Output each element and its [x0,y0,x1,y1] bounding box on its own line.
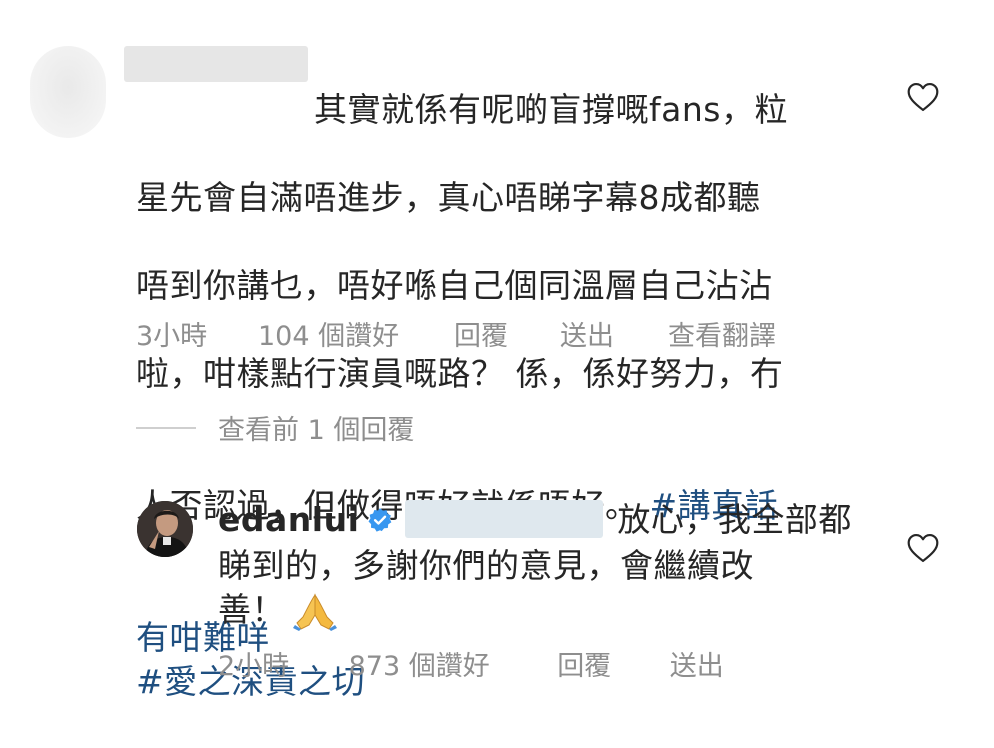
folded-hands-emoji [293,593,337,631]
reply-time: 2小時 [218,651,290,682]
mentioned-user-blurred[interactable] [405,499,604,538]
heart-outline-icon[interactable] [906,82,940,112]
reply-likes[interactable]: 873 個讚好 [349,644,549,683]
comment-line-3: 唔到你講乜，唔好喺自己個同溫層自己沾沾 [136,266,773,305]
avatar-photo [137,501,193,557]
comment-line-4: 啦，咁樣點行演員嘅路？ 係，係好努力，冇 [136,354,784,393]
comment-text: 其實就係有呢啲盲撐嘅fans，粒 星先會自滿唔進步，真心唔睇字幕8成都聽 唔到你… [136,44,836,748]
reply-line-1: edanlui 放心，我全部都 [218,498,858,544]
reply-line-3-text: 善！ [218,589,285,629]
comment-likes[interactable]: 104 個讚好 [258,314,454,353]
reply-line-1-text: 放心，我全部都 [617,500,852,539]
reply-line-3: 善！ [218,588,858,632]
reply-avatar[interactable] [137,501,193,557]
view-replies-toggle[interactable]: 查看前 1 個回覆 [136,408,414,447]
comment-meta: 3小時 104 個讚好 回覆 送出 查看翻譯 [136,314,776,353]
view-replies-label[interactable]: 查看前 1 個回覆 [218,408,414,447]
comment-reply-button[interactable]: 回覆 [454,314,560,353]
reply-text: edanlui 放心，我全部都 睇到的，多謝你們的意見，會繼續改 善！ [218,498,858,632]
verified-badge-icon [368,507,392,532]
reply-meta: 2小時 873 個讚好 回覆 送出 [218,644,724,683]
comment-time: 3小時 [136,321,208,352]
reply-line-2: 睇到的，多謝你們的意見，會繼續改 [218,545,754,585]
commenter-avatar-blurred[interactable] [30,46,106,138]
divider-line [136,426,196,429]
comment-send-button[interactable]: 送出 [560,314,668,353]
comment-line-2: 星先會自滿唔進步，真心唔睇字幕8成都聽 [136,178,761,217]
comment-translate-button[interactable]: 查看翻譯 [668,314,776,353]
reply-username[interactable]: edanlui [218,500,359,539]
comment-line-1: 其實就係有呢啲盲撐嘅fans，粒 [314,90,788,129]
reply-send-button[interactable]: 送出 [670,644,724,683]
reply-reply-button[interactable]: 回覆 [557,644,661,683]
heart-outline-icon[interactable] [906,533,940,563]
